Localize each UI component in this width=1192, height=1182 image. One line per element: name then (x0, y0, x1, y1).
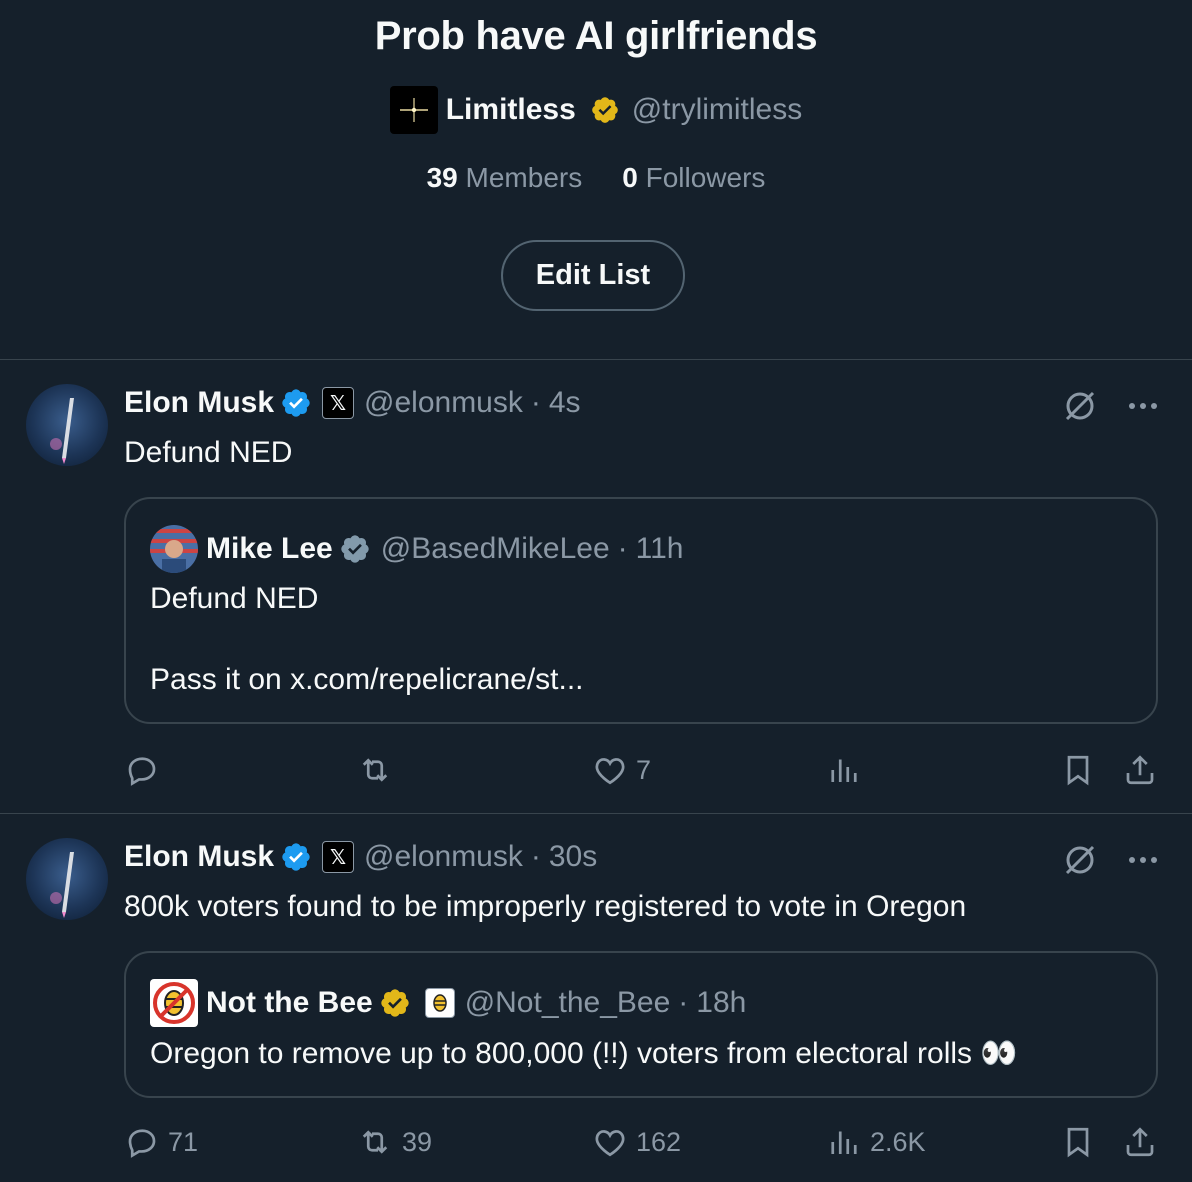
x-affiliation-icon[interactable]: 𝕏 (322, 387, 355, 419)
separator-dot: · (617, 532, 628, 565)
share-icon (1122, 1124, 1158, 1160)
followers-count: 0 (622, 162, 638, 193)
quote-text-line[interactable]: Pass it on x.com/repelicrane/st... (150, 663, 584, 697)
bookmark-button[interactable] (1060, 1124, 1096, 1160)
views-count: 2.6K (870, 1126, 926, 1157)
quote-header: Mike Lee @BasedMikeLee · 11h (150, 525, 683, 573)
reply-icon (124, 752, 160, 788)
like-button[interactable]: 162 (592, 1124, 681, 1160)
followers-stat[interactable]: 0 Followers (622, 162, 765, 194)
author-handle[interactable]: @elonmusk (364, 386, 523, 420)
quote-header: Not the Bee @Not_the_Bee · 18h (150, 979, 746, 1027)
separator-dot: · (530, 840, 541, 873)
quote-time[interactable]: 18h (696, 986, 746, 1020)
tweet-header: Elon Musk 𝕏 @elonmusk · 30s (124, 840, 597, 874)
quote-author-name[interactable]: Not the Bee (206, 986, 373, 1020)
edit-list-button[interactable]: Edit List (501, 240, 685, 311)
reply-icon (124, 1124, 160, 1160)
owner-avatar[interactable] (389, 86, 438, 134)
repost-button[interactable] (356, 752, 402, 788)
author-handle[interactable]: @elonmusk (364, 840, 523, 874)
quote-text-line: Oregon to remove up to 800,000 (!!) vote… (150, 1036, 1018, 1071)
members-label: Members (465, 162, 583, 193)
quote-author-handle[interactable]: @BasedMikeLee (381, 532, 610, 566)
reply-count: 71 (168, 1126, 199, 1157)
views-button[interactable] (826, 752, 870, 788)
quote-text-line: Defund NED (150, 582, 319, 615)
quoted-tweet[interactable]: Mike Lee @BasedMikeLee · 11h Defund NED … (124, 497, 1158, 724)
separator-dot: · (530, 386, 541, 419)
share-icon (1122, 752, 1158, 788)
quote-text: Oregon to remove up to 800,000 (!!) vote… (150, 1037, 973, 1070)
reply-button[interactable]: 71 (124, 1124, 198, 1160)
heart-icon (592, 752, 628, 788)
list-title: Prob have AI girlfriends (374, 14, 818, 58)
repost-icon (356, 752, 394, 788)
repost-icon (356, 1124, 394, 1160)
mike-lee-avatar-icon (150, 525, 198, 573)
quoted-tweet[interactable]: Not the Bee @Not_the_Bee · 18h Oregon to… (124, 951, 1158, 1098)
verified-badge-icon (280, 387, 312, 419)
tweet-time[interactable]: 30s (549, 840, 597, 874)
like-count: 162 (636, 1126, 682, 1157)
share-button[interactable] (1122, 752, 1158, 788)
like-button[interactable]: 7 (592, 752, 651, 788)
verified-gray-badge-icon (339, 533, 371, 565)
owner-name[interactable]: Limitless (446, 93, 576, 127)
repost-count: 39 (402, 1126, 433, 1157)
avatar[interactable] (26, 384, 108, 466)
tweet[interactable]: Elon Musk 𝕏 @elonmusk · 30s 800k voters … (0, 814, 1192, 1182)
members-stat[interactable]: 39 Members (427, 162, 583, 194)
quote-author-handle[interactable]: @Not_the_Bee (465, 986, 671, 1020)
x-affiliation-icon[interactable]: 𝕏 (322, 841, 355, 873)
rocket-avatar-icon (50, 398, 74, 464)
tweet-header: Elon Musk 𝕏 @elonmusk · 4s (124, 386, 581, 420)
bookmark-icon (1060, 752, 1096, 788)
author-name[interactable]: Elon Musk (124, 840, 274, 874)
views-icon (826, 752, 862, 788)
verified-badge-icon (280, 841, 312, 873)
list-header: Prob have AI girlfriends Limitless @tryl… (0, 0, 1192, 360)
tweet-text: 800k voters found to be improperly regis… (124, 890, 967, 923)
tweet-actions: 71 39 162 2.6K (124, 1124, 1164, 1164)
author-name[interactable]: Elon Musk (124, 386, 274, 420)
more-options-icon[interactable] (1128, 401, 1158, 411)
heart-icon (592, 1124, 628, 1160)
list-owner[interactable]: Limitless @trylimitless (0, 86, 1192, 134)
babylon-bee-affiliation-icon[interactable] (424, 988, 455, 1018)
views-button[interactable]: 2.6K (826, 1124, 926, 1160)
more-options-icon[interactable] (1128, 855, 1158, 865)
quote-author-name[interactable]: Mike Lee (206, 532, 333, 566)
reply-button[interactable] (124, 752, 168, 788)
limitless-logo-icon (399, 98, 428, 122)
verified-gold-badge-icon (590, 95, 620, 125)
rocket-avatar-icon (50, 852, 74, 918)
owner-handle[interactable]: @trylimitless (632, 93, 802, 127)
grok-icon[interactable] (1062, 388, 1098, 424)
bookmark-button[interactable] (1060, 752, 1096, 788)
bookmark-icon (1060, 1124, 1096, 1160)
tweet[interactable]: Elon Musk 𝕏 @elonmusk · 4s Defund NED Mi… (0, 360, 1192, 813)
followers-label: Followers (645, 162, 766, 193)
like-count: 7 (636, 754, 652, 785)
quote-time[interactable]: 11h (636, 532, 684, 566)
share-button[interactable] (1122, 1124, 1158, 1160)
repost-button[interactable]: 39 (356, 1124, 432, 1160)
quote-avatar[interactable] (150, 979, 198, 1027)
quote-avatar[interactable] (150, 525, 198, 573)
tweet-top-actions (1062, 388, 1158, 424)
views-icon (826, 1124, 862, 1160)
avatar[interactable] (26, 838, 108, 920)
list-stats: 39 Members 0 Followers (0, 162, 1192, 194)
verified-gold-badge-icon (379, 987, 411, 1019)
not-the-bee-logo-icon (150, 979, 198, 1027)
grok-icon[interactable] (1062, 842, 1098, 878)
eyes-emoji-icon: 👀 (980, 1037, 1018, 1070)
members-count: 39 (426, 162, 458, 193)
separator-dot: · (678, 986, 689, 1019)
tweet-text: Defund NED (124, 436, 293, 469)
tweet-actions: 7 (124, 752, 1164, 792)
tweet-top-actions (1062, 842, 1158, 878)
tweet-time[interactable]: 4s (549, 386, 581, 420)
